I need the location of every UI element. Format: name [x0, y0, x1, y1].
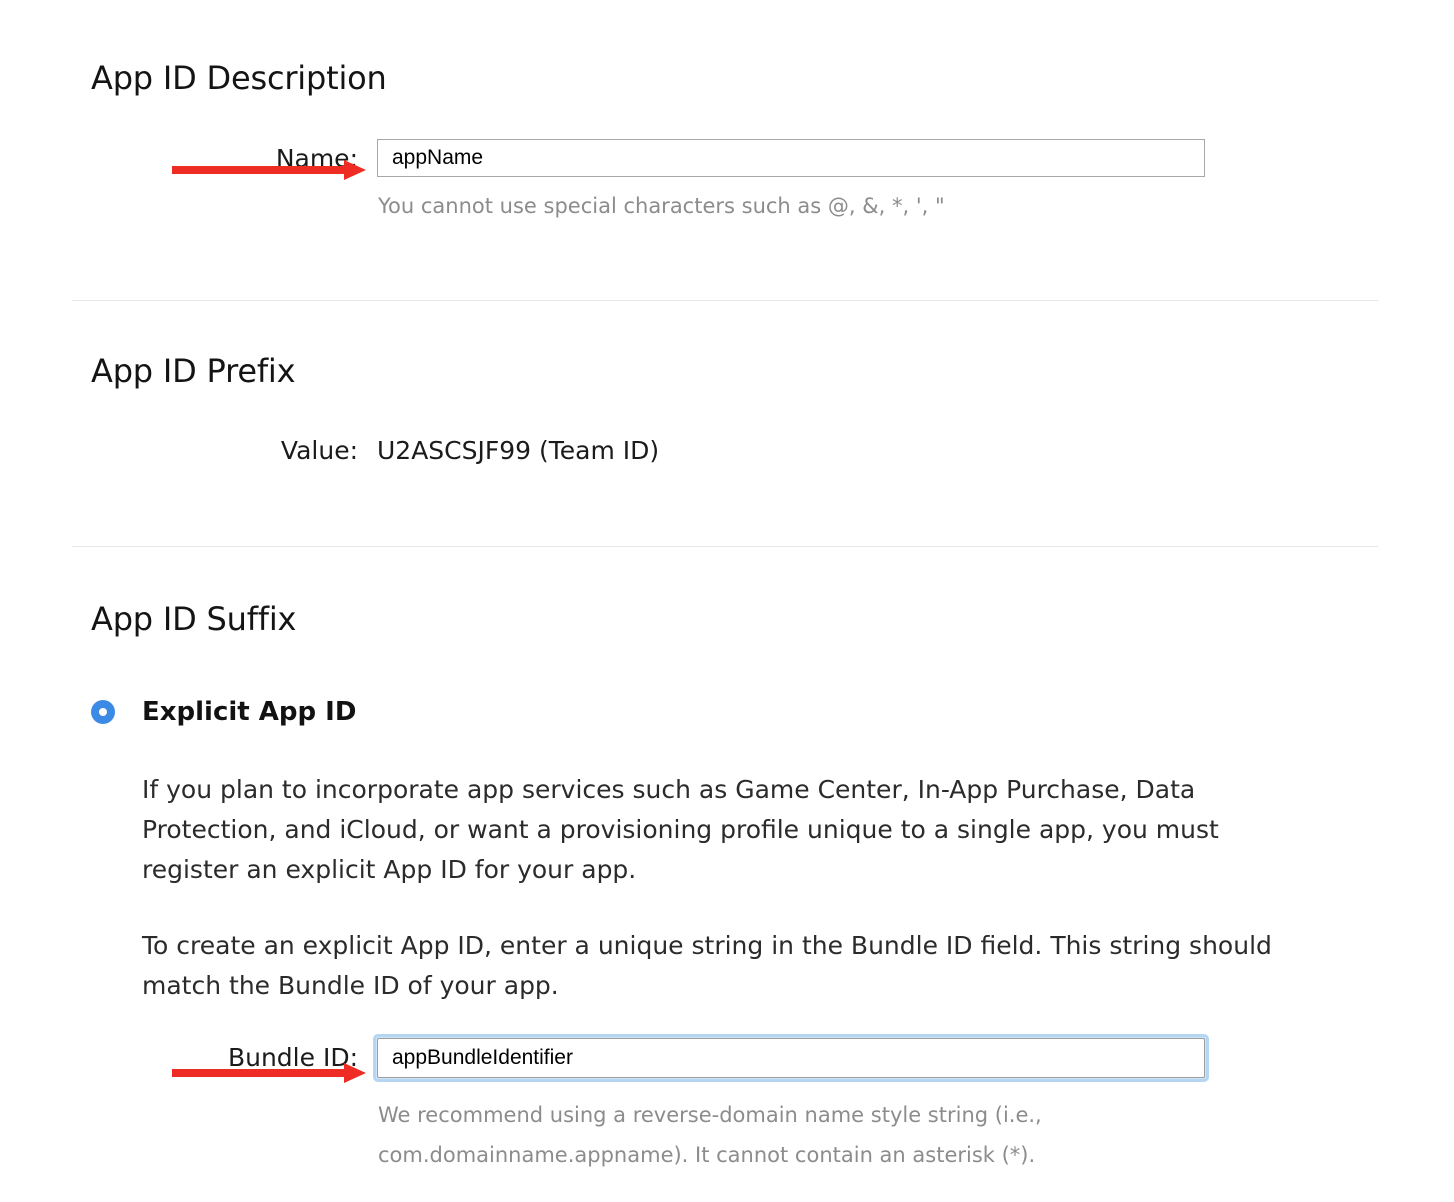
annotation-arrow-bundle-id-field [172, 1063, 368, 1083]
radio-selected-icon[interactable] [91, 700, 115, 724]
name-field-hint: You cannot use special characters such a… [378, 194, 945, 218]
section-divider [72, 546, 1378, 547]
name-input[interactable] [377, 139, 1205, 177]
section-title-app-id-suffix: App ID Suffix [91, 600, 297, 639]
prefix-value-text: U2ASCSJF99 (Team ID) [377, 436, 660, 465]
section-title-app-id-prefix: App ID Prefix [91, 352, 296, 391]
arrow-shaft [172, 166, 348, 174]
annotation-arrow-name-field [172, 160, 368, 180]
explicit-app-id-paragraph-1: If you plan to incorporate app services … [142, 775, 1219, 884]
section-title-app-id-description: App ID Description [91, 59, 387, 98]
arrow-head-icon [344, 160, 366, 180]
explicit-app-id-paragraph-2: To create an explicit App ID, enter a un… [142, 931, 1272, 1000]
prefix-value-label: Value: [280, 436, 358, 465]
bundle-id-input[interactable] [377, 1038, 1205, 1078]
arrow-head-icon [344, 1063, 366, 1083]
bundle-id-field-hint: We recommend using a reverse-domain name… [378, 1103, 1042, 1167]
bundle-id-focus-ring [373, 1034, 1209, 1082]
app-id-form-page: App ID Description Name: You cannot use … [0, 0, 1454, 1202]
arrow-shaft [172, 1069, 348, 1077]
section-divider [72, 300, 1378, 301]
explicit-app-id-label: Explicit App ID [142, 697, 357, 727]
